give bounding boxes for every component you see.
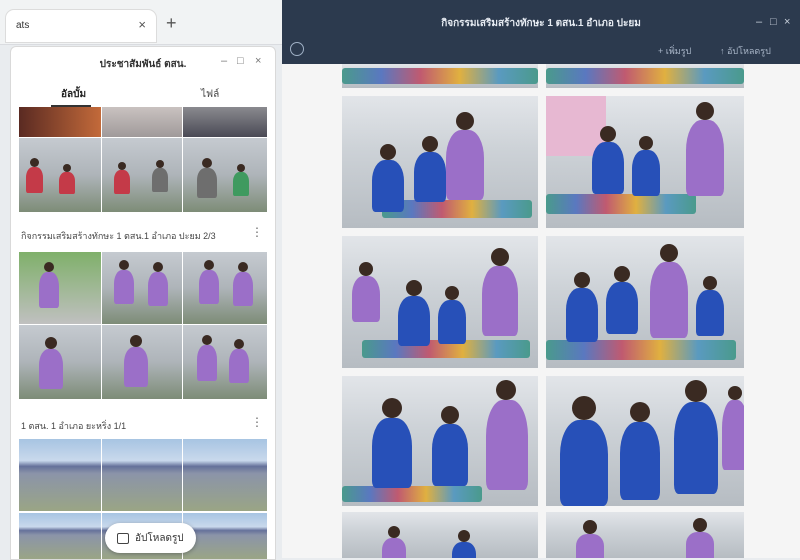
tab-albums[interactable]: อัลบั้ม: [61, 87, 86, 102]
upload-photos-label: อัปโหลดรูป: [135, 532, 184, 544]
image-icon: [117, 532, 129, 544]
album-photo[interactable]: [102, 107, 182, 137]
album-photo[interactable]: [19, 107, 101, 137]
album-panel: ประชาสัมพันธ์ ตสน. – □ × อัลบั้ม ไฟล์ กิ…: [10, 46, 276, 560]
viewer-title: กิจกรรมเสริมสร้างทักษะ 1 ตสน.1 อำเภอ ปะย…: [441, 18, 641, 29]
new-tab-button[interactable]: +: [166, 14, 177, 32]
album-photo[interactable]: [102, 325, 182, 399]
album-photo[interactable]: [19, 513, 101, 559]
viewer-photo[interactable]: [546, 376, 744, 506]
album-photo[interactable]: [183, 138, 267, 212]
album-photo[interactable]: [102, 252, 182, 324]
viewer-photo[interactable]: [342, 64, 538, 88]
browser-tab[interactable]: ats ×: [6, 10, 156, 42]
album-photo[interactable]: [19, 325, 101, 399]
album-photo[interactable]: [183, 439, 267, 511]
album-title: ประชาสัมพันธ์ ตสน.: [99, 59, 187, 70]
album-tabs: อัลบั้ม ไฟล์: [11, 83, 275, 107]
viewer-photo[interactable]: [546, 236, 744, 368]
album-photo[interactable]: [19, 439, 101, 511]
viewer-header: กิจกรรมเสริมสร้างทักษะ 1 ตสน.1 อำเภอ ปะย…: [282, 0, 800, 64]
viewer-photo[interactable]: [546, 512, 744, 558]
album-photo[interactable]: [19, 252, 101, 324]
album-photo[interactable]: [19, 138, 101, 212]
photo-viewer: กิจกรรมเสริมสร้างทักษะ 1 ตสน.1 อำเภอ ปะย…: [282, 0, 800, 558]
minimize-icon[interactable]: –: [756, 16, 762, 28]
album-photo[interactable]: [102, 138, 182, 212]
more-options-icon[interactable]: ⋮: [251, 415, 263, 429]
browser-tab-strip: ats × +: [0, 0, 290, 45]
viewer-photo[interactable]: [546, 96, 744, 228]
maximize-icon[interactable]: □: [237, 55, 244, 67]
viewer-photo[interactable]: [342, 96, 538, 228]
album-section-title[interactable]: 1 ตสน. 1 อำเภอ ยะหริ่ง 1/1: [21, 419, 126, 433]
album-section-title[interactable]: กิจกรรมเสริมสร้างทักษะ 1 ตสน.1 อำเภอ ปะย…: [21, 229, 216, 243]
album-photo[interactable]: [183, 252, 267, 324]
album-photo[interactable]: [102, 439, 182, 511]
upload-photos-button[interactable]: อัปโหลดรูป: [105, 523, 196, 553]
maximize-icon[interactable]: □: [770, 16, 777, 28]
minimize-icon[interactable]: –: [221, 55, 227, 67]
viewer-photo[interactable]: [342, 512, 538, 558]
album-photo[interactable]: [183, 107, 267, 137]
tab-files[interactable]: ไฟล์: [201, 87, 219, 102]
upload-button[interactable]: ↑ อัปโหลดรูป: [720, 44, 771, 58]
close-icon[interactable]: ×: [138, 17, 146, 32]
select-all-icon[interactable]: [290, 42, 304, 56]
album-photo[interactable]: [183, 325, 267, 399]
viewer-photo[interactable]: [546, 64, 744, 88]
close-icon[interactable]: ×: [784, 16, 790, 28]
add-photos-button[interactable]: + เพิ่มรูป: [658, 44, 691, 58]
close-icon[interactable]: ×: [255, 55, 261, 67]
browser-tab-title: ats: [16, 20, 30, 31]
more-options-icon[interactable]: ⋮: [251, 225, 263, 239]
viewer-photo[interactable]: [342, 236, 538, 368]
viewer-photo[interactable]: [342, 376, 538, 506]
